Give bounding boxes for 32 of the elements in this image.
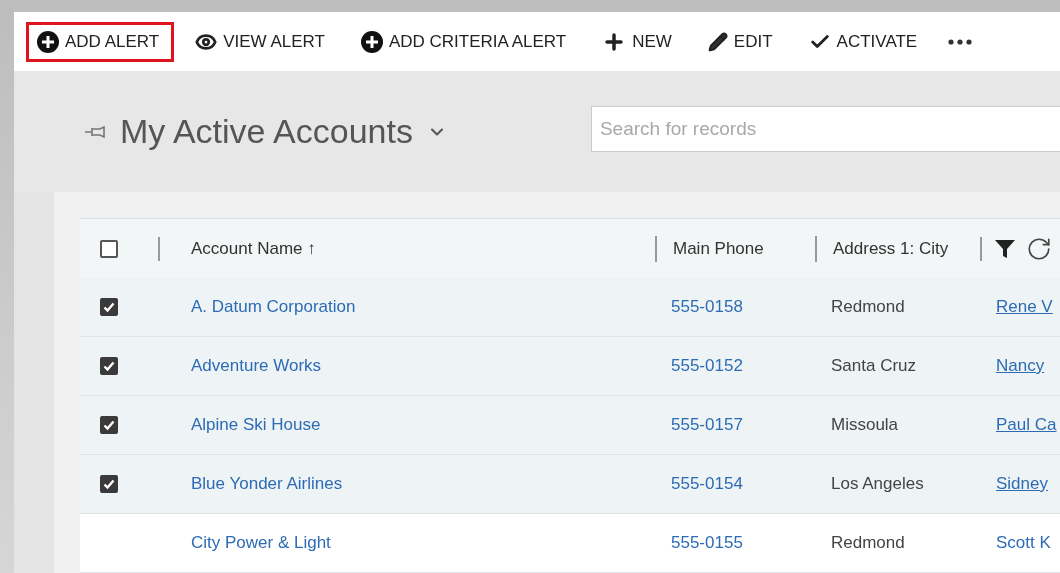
phone-link[interactable]: 555-0157 [655, 415, 743, 435]
pencil-icon [707, 31, 728, 52]
account-link[interactable]: A. Datum Corporation [175, 297, 356, 317]
phone-link[interactable]: 555-0152 [655, 356, 743, 376]
more-icon [948, 38, 973, 45]
checkbox[interactable] [100, 475, 118, 493]
city-text: Missoula [830, 415, 899, 435]
city-text: Santa Cruz [830, 356, 917, 376]
phone-link[interactable]: 555-0155 [655, 533, 743, 553]
phone-link[interactable]: 555-0158 [655, 297, 743, 317]
city-text: Redmond [830, 297, 905, 317]
column-header[interactable]: Account Name ↑ [175, 236, 316, 262]
account-link[interactable]: City Power & Light [175, 533, 331, 553]
toolbar-button[interactable]: ADD ALERT [26, 21, 175, 62]
account-link[interactable]: Adventure Works [175, 356, 322, 376]
checkbox[interactable] [100, 298, 118, 316]
city-text: Los Angeles [830, 474, 924, 494]
account-link[interactable]: Alpine Ski House [175, 415, 321, 435]
pin-icon [84, 124, 106, 139]
search-field[interactable]: Search for records [590, 105, 1060, 152]
account-link[interactable]: Blue Yonder Airlines [175, 474, 343, 494]
checkbox[interactable] [100, 416, 118, 434]
city-text: Redmond [830, 533, 905, 553]
contact-link[interactable]: Scott K [980, 533, 1051, 553]
checkbox[interactable] [100, 357, 118, 375]
checkbox[interactable] [100, 240, 118, 258]
plus-circle-icon [360, 30, 383, 53]
view-title: My Active Accounts [120, 112, 413, 152]
plus-circle-icon [37, 30, 59, 53]
refresh-icon[interactable] [1026, 236, 1052, 262]
phone-link[interactable]: 555-0154 [655, 474, 743, 494]
filter-icon[interactable] [994, 239, 1016, 259]
